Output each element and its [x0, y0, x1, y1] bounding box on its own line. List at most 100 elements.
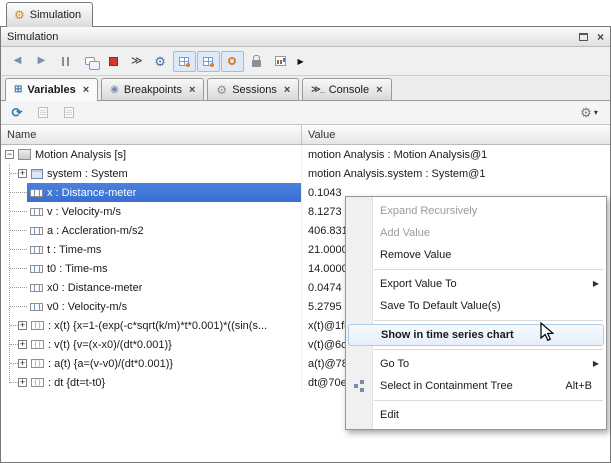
animation-settings-button[interactable]: ⚙: [149, 51, 172, 72]
simulation-document-tab[interactable]: ⚙ Simulation: [6, 2, 93, 27]
value-cell: motion Analysis : Motion Analysis@1: [301, 145, 610, 164]
dropdown-arrow-icon: ▾: [594, 108, 598, 117]
row-value: 0.0474: [308, 282, 342, 294]
tab-sessions[interactable]: ⚙ Sessions ×: [207, 78, 299, 100]
tab-console[interactable]: ≫_ Console ×: [302, 78, 391, 100]
row-name: Motion Analysis [s]: [35, 149, 126, 161]
tree-connector: [10, 192, 27, 193]
document-icon: [64, 107, 74, 118]
menu-separator: [374, 269, 603, 270]
screen: ⚙ Simulation Simulation × ◀ ▶ ≫ ⚙ ▶ ⊞ Va…: [0, 0, 611, 463]
row-name: t0 : Time-ms: [47, 263, 108, 275]
row-highlight: Motion Analysis [s]: [15, 145, 301, 164]
row-highlight: v : Velocity-m/s: [27, 202, 301, 221]
menu-item-go-to[interactable]: Go To ▶: [346, 353, 606, 375]
export-chart-button[interactable]: [269, 51, 292, 72]
refresh-button[interactable]: ⟳: [6, 103, 28, 122]
tree-toggle[interactable]: +: [18, 321, 27, 330]
tab-variables[interactable]: ⊞ Variables ×: [5, 78, 98, 101]
constraint-icon: [31, 340, 44, 349]
name-cell: t : Time-ms: [1, 240, 301, 259]
name-cell: + : v(t) {v=(x-x0)/(dt*0.001)}: [1, 335, 301, 354]
menu-item-save-to-default-values[interactable]: Save To Default Value(s): [346, 295, 606, 317]
document-tab-label: Simulation: [30, 9, 81, 21]
tree-connector: [10, 325, 18, 326]
tree-connector: [10, 306, 27, 307]
column-header-value[interactable]: Value: [301, 125, 610, 144]
tab-close-icon[interactable]: ×: [189, 84, 195, 96]
step-backward-button[interactable]: ◀: [6, 51, 29, 72]
row-highlight: : v(t) {v=(x-x0)/(dt*0.001)}: [28, 335, 301, 354]
menu-item-show-in-time-series-chart[interactable]: Show in time series chart: [348, 324, 604, 346]
tab-breakpoints[interactable]: ◉ Breakpoints ×: [101, 78, 204, 100]
tree-toggle[interactable]: +: [18, 359, 27, 368]
value-property-icon: [30, 303, 43, 311]
variables-pane-button[interactable]: [197, 51, 220, 72]
tree-connector: [10, 287, 27, 288]
menu-item-label: Save To Default Value(s): [380, 300, 501, 312]
lock-button[interactable]: [245, 51, 268, 72]
menu-item-select-in-containment-tree[interactable]: Select in Containment Tree Alt+B: [346, 375, 606, 397]
menu-item-label: Edit: [380, 409, 399, 421]
document-icon: [38, 107, 48, 118]
export-value-button[interactable]: [58, 103, 80, 122]
menu-item-edit[interactable]: Edit: [346, 404, 606, 426]
watch-pane-button[interactable]: [173, 51, 196, 72]
tab-label: Breakpoints: [124, 84, 182, 96]
tab-label: Sessions: [232, 84, 277, 96]
constraint-icon: [31, 321, 44, 330]
value-property-icon: [30, 189, 43, 197]
row-highlight: v0 : Velocity-m/s: [27, 297, 301, 316]
tree-connector: [10, 344, 18, 345]
record-button[interactable]: [221, 51, 244, 72]
tab-close-icon[interactable]: ×: [284, 84, 290, 96]
tree-connector: [10, 268, 27, 269]
close-panel-button[interactable]: ×: [597, 31, 604, 43]
toolbar-overflow-icon[interactable]: ≫: [131, 56, 143, 67]
tree-toggle[interactable]: −: [5, 150, 14, 159]
row-highlight: a : Accleration-m/s2: [27, 221, 301, 240]
run-button[interactable]: ▶: [30, 51, 53, 72]
row-highlight: : a(t) {a=(v-v0)/(dt*0.001)}: [28, 354, 301, 373]
terminate-button[interactable]: [102, 51, 125, 72]
tab-close-icon[interactable]: ×: [376, 84, 382, 96]
row-value: 14.0000: [308, 263, 348, 275]
row-value: 5.2795: [308, 301, 342, 313]
name-cell: x : Distance-meter: [1, 183, 301, 202]
menu-item-export-value-to[interactable]: Export Value To ▶: [346, 273, 606, 295]
tree-connector: [10, 249, 27, 250]
tab-close-icon[interactable]: ×: [83, 84, 89, 96]
toolbar-menu-arrow-icon[interactable]: ▶: [298, 57, 304, 66]
column-header-name[interactable]: Name: [1, 129, 301, 141]
float-panel-button[interactable]: [579, 33, 588, 41]
tree-toggle[interactable]: +: [18, 340, 27, 349]
row-name: : a(t) {a=(v-v0)/(dt*0.001)}: [48, 358, 173, 370]
row-highlight: system : System: [28, 164, 301, 183]
part-icon: [31, 169, 43, 179]
constraint-icon: [31, 359, 44, 368]
row-highlight: x : Distance-meter: [27, 183, 301, 202]
row-name: : x(t) {x=1-(exp(-c*sqrt(k/m)*t*0.001)*(…: [48, 320, 267, 332]
tree-toggle[interactable]: +: [18, 169, 27, 178]
name-cell: + system : System: [1, 164, 301, 183]
comments-button[interactable]: [78, 51, 101, 72]
table-row[interactable]: + system : System motion Analysis.system…: [1, 164, 610, 183]
tab-label: Console: [329, 84, 369, 96]
tree-toggle[interactable]: +: [18, 378, 27, 387]
menu-item-label: Add Value: [380, 227, 430, 239]
menu-item-label: Go To: [380, 358, 409, 370]
tree-connector: [10, 382, 18, 383]
lock-icon: [252, 60, 261, 67]
close-icon: ×: [597, 31, 604, 43]
name-cell: + : dt {dt=t-t0}: [1, 373, 301, 392]
menu-item-remove-value[interactable]: Remove Value: [346, 244, 606, 266]
tree-connector: [10, 363, 18, 364]
row-name: system : System: [47, 168, 128, 180]
options-button[interactable]: ⚙ ▾: [573, 103, 605, 122]
value-property-icon: [30, 227, 43, 235]
pause-button[interactable]: [54, 51, 77, 72]
row-name: x : Distance-meter: [47, 187, 136, 199]
import-value-button[interactable]: [32, 103, 54, 122]
tree-connector: [10, 230, 27, 231]
table-row[interactable]: − Motion Analysis [s] motion Analysis : …: [1, 145, 610, 164]
